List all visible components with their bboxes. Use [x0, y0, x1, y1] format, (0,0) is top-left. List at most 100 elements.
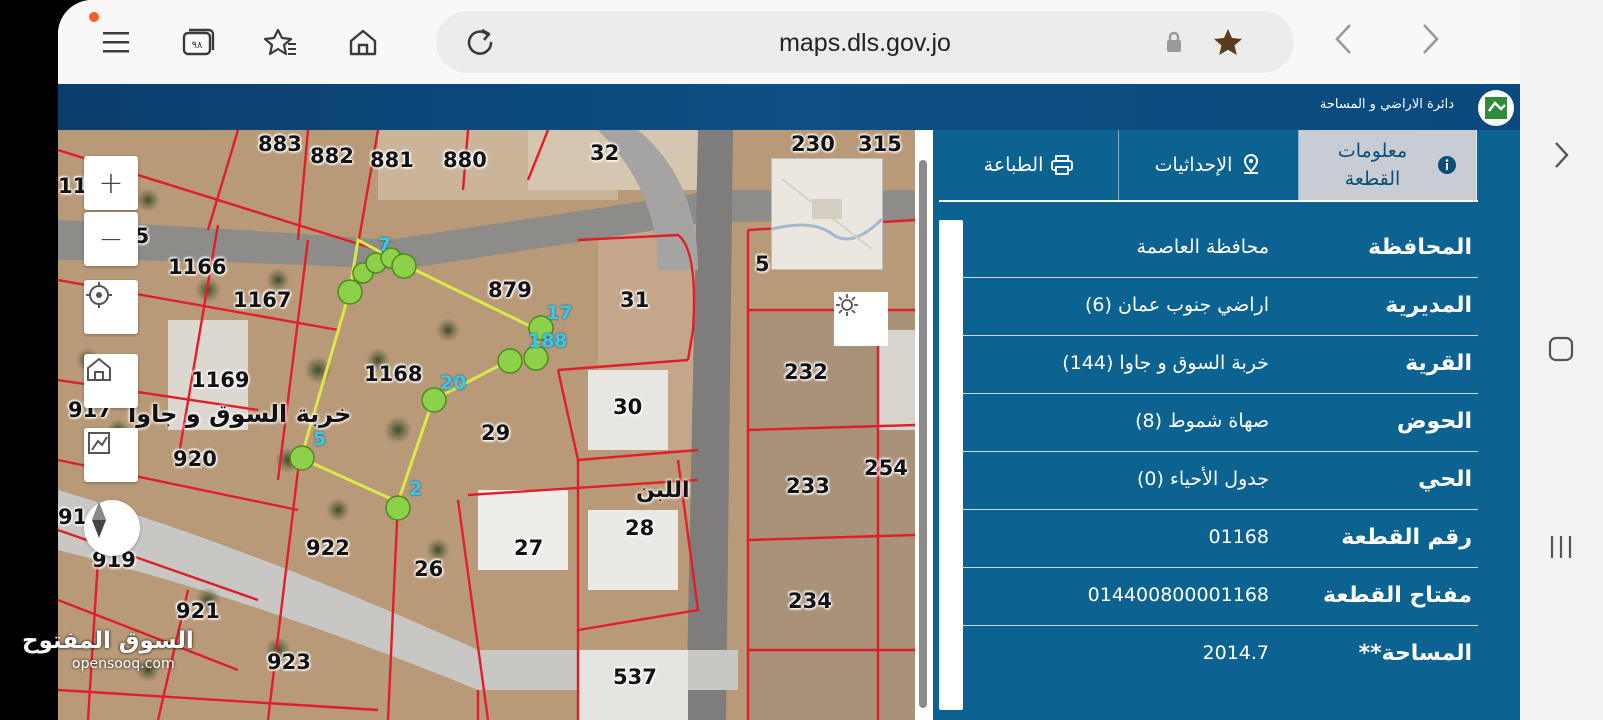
tab-divider	[939, 200, 1478, 202]
parcel-number: 5	[755, 252, 770, 276]
map-scrollbar[interactable]	[915, 130, 933, 720]
url-bar[interactable]: maps.dls.gov.jo	[436, 11, 1294, 73]
parcel-number: 232	[784, 360, 828, 384]
row-value: 01168	[1208, 526, 1269, 548]
tab-label: الطباعة	[983, 154, 1044, 176]
vertex-label: 20	[440, 372, 467, 394]
bookmark-star-icon[interactable]	[1208, 22, 1248, 62]
dls-logo-icon[interactable]	[1478, 90, 1514, 126]
village-label: خربة السوق و جاوا	[128, 400, 352, 428]
menu-icon[interactable]	[96, 22, 136, 62]
row-key: المديرية	[1385, 293, 1472, 318]
parcel-number: 921	[176, 599, 220, 623]
locate-icon[interactable]	[84, 280, 138, 334]
row-key: المساحة**	[1358, 641, 1472, 666]
info-row: الحي جدول الأحياء (0)	[963, 452, 1478, 510]
parcel-number: 30	[613, 395, 643, 419]
tabs-icon[interactable]: ٩٨	[178, 22, 218, 62]
watermark-english: opensooq.com	[72, 656, 175, 672]
parcel-info-table: المحافظة محافظة العاصمة المديرية اراضي ج…	[939, 220, 1478, 720]
parcel-number: 537	[613, 665, 657, 689]
parcel-number: 881	[370, 148, 414, 172]
vertex-label: 5	[313, 428, 327, 450]
row-value: 2014.7	[1202, 642, 1269, 664]
parcel-number: 233	[786, 474, 830, 498]
printer-icon	[1051, 154, 1074, 176]
overview-minimap[interactable]	[771, 158, 883, 270]
panel-scrollbar[interactable]	[939, 220, 963, 710]
parcel-number: 920	[173, 447, 217, 471]
info-row: الحوض صهاة شموط (8)	[963, 394, 1478, 452]
measure-area-icon[interactable]	[84, 428, 138, 482]
device-frame: ٩٨ maps.dls.gov.jo دائرة الاراضي و المسا…	[0, 0, 1603, 720]
info-row: المحافظة محافظة العاصمة	[963, 220, 1478, 278]
recent-apps-icon[interactable]	[1541, 532, 1581, 572]
parcel-number: 27	[514, 536, 544, 560]
zoom-in-button[interactable]: +	[84, 156, 138, 210]
parcel-number: 315	[858, 132, 902, 156]
lock-icon	[1154, 22, 1194, 62]
parcel-number: 882	[310, 144, 354, 168]
parcel-info-panel: معلومات القطعة الإحداثيات الطباعة المحاف…	[933, 130, 1520, 720]
parcel-number: 91	[58, 505, 88, 529]
vertex-label: 8	[554, 330, 568, 352]
compass-icon[interactable]	[84, 500, 140, 556]
parcel-number: 230	[791, 132, 835, 156]
row-key: القرية	[1405, 351, 1472, 376]
tab-coordinates[interactable]: الإحداثيات	[1119, 130, 1299, 200]
parcel-number: 1166	[168, 255, 227, 279]
tab-parcel-info[interactable]: معلومات القطعة	[1299, 130, 1477, 200]
row-value: جدول الأحياء (0)	[1136, 468, 1269, 490]
forward-arrow-icon[interactable]	[1410, 22, 1450, 62]
watermark-arabic: السوق المفتوح	[22, 628, 194, 654]
info-icon	[1436, 154, 1458, 176]
opensooq-watermark: السوق المفتوح opensooq.com	[22, 628, 194, 672]
parcel-number: 234	[788, 589, 832, 613]
row-key: مفتاح القطعة	[1322, 583, 1472, 608]
back-arrow-icon[interactable]	[1324, 22, 1364, 62]
chevron-right-icon[interactable]	[1541, 140, 1581, 180]
row-value: 014400800001168	[1087, 584, 1269, 606]
location-pin-icon	[1240, 154, 1262, 176]
bookmarks-icon[interactable]	[261, 22, 301, 62]
parcel-number: 28	[625, 516, 655, 540]
vertex-label: 18	[528, 330, 555, 352]
vertex-label: 17	[546, 302, 573, 324]
parcel-number: 1168	[364, 362, 423, 386]
row-key: المحافظة	[1368, 235, 1472, 260]
info-row: المساحة** 2014.7	[963, 626, 1478, 684]
area-label: اللبن	[636, 478, 690, 503]
parcel-number: 11	[58, 174, 88, 198]
parcel-number: 29	[481, 421, 511, 445]
parcel-number: 879	[488, 278, 532, 302]
parcel-number: 1169	[191, 368, 250, 392]
parcel-number: 254	[864, 456, 908, 480]
home-icon[interactable]	[343, 22, 383, 62]
tab-label: معلومات القطعة	[1337, 139, 1408, 191]
parcel-number: 31	[620, 288, 650, 312]
parcel-number: 883	[258, 132, 302, 156]
info-row: القرية خربة السوق و جاوا (144)	[963, 336, 1478, 394]
row-key: الحي	[1418, 467, 1472, 492]
row-key: رقم القطعة	[1341, 525, 1472, 550]
parcel-number: 1167	[233, 288, 292, 312]
notification-dot	[89, 12, 99, 22]
map-scrollbar-thumb[interactable]	[919, 160, 927, 708]
info-row: مفتاح القطعة 014400800001168	[963, 568, 1478, 626]
parcel-number: 880	[443, 148, 487, 172]
overview-square-icon[interactable]	[1541, 334, 1581, 374]
info-row: رقم القطعة 01168	[963, 510, 1478, 568]
browser-toolbar: ٩٨ maps.dls.gov.jo	[58, 0, 1520, 84]
row-key: الحوض	[1396, 409, 1472, 434]
tab-print[interactable]: الطباعة	[939, 130, 1119, 200]
vertex-label: 2	[409, 478, 423, 500]
row-value: محافظة العاصمة	[1136, 236, 1269, 258]
tab-count: ٩٨	[192, 40, 203, 51]
parcel-number: 923	[267, 650, 311, 674]
zoom-out-button[interactable]: −	[84, 212, 138, 266]
basemap-toggle-icon[interactable]	[834, 292, 888, 346]
info-row: المديرية اراضي جنوب عمان (6)	[963, 278, 1478, 336]
home-extent-icon[interactable]	[84, 354, 138, 408]
row-value: خربة السوق و جاوا (144)	[1062, 352, 1269, 374]
tab-label: الإحداثيات	[1154, 154, 1233, 176]
